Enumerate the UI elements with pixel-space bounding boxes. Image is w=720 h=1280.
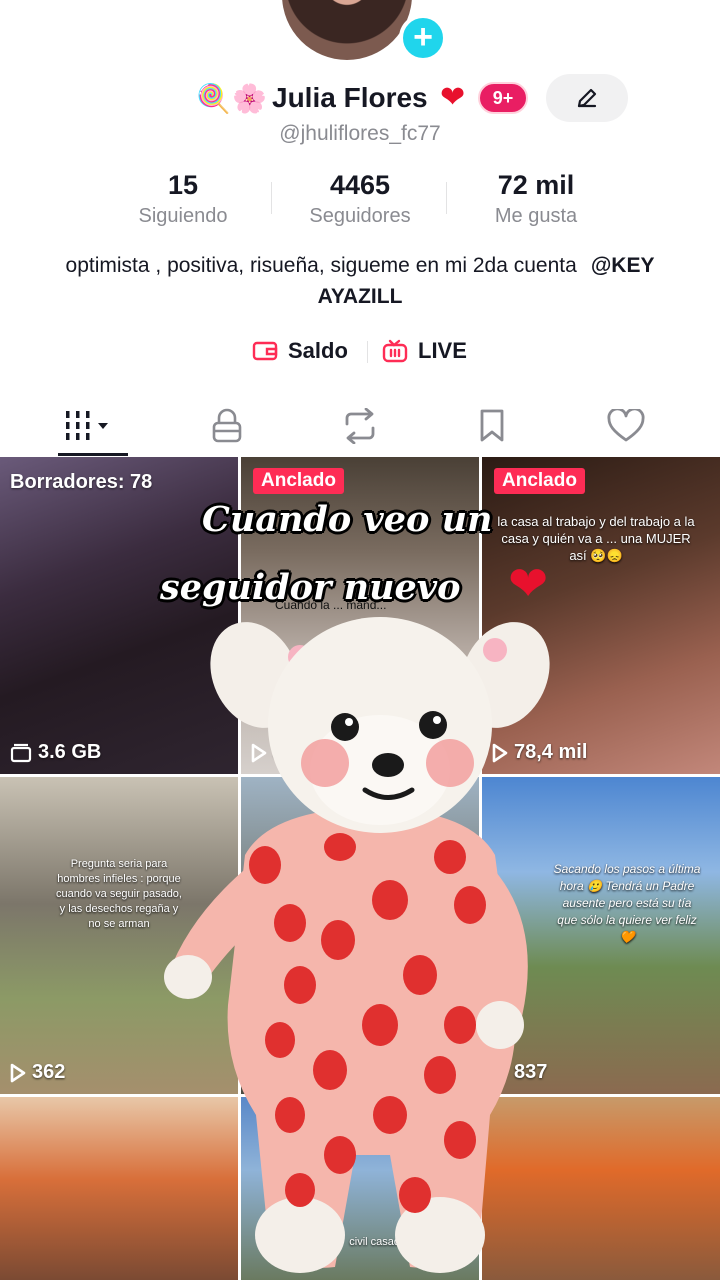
play-icon <box>10 1063 26 1082</box>
likes-label: Me gusta <box>494 205 578 227</box>
profile-stats: 15 Siguiendo 4465 Seguidores 72 mil Me g… <box>0 170 720 230</box>
pencil-icon <box>577 88 597 108</box>
followers-label: Seguidores <box>309 205 411 227</box>
profile-avatar[interactable] <box>282 0 412 60</box>
live-label: LIVE <box>418 338 467 363</box>
flower-emoji: 🌸 <box>232 82 267 115</box>
profile-bio: optimista , positiva, risueña, sigueme e… <box>60 250 660 312</box>
puppy-sticker <box>164 617 550 1273</box>
storage-size: 3.6 GB <box>10 741 101 764</box>
live-button[interactable]: LIVE <box>382 333 467 369</box>
tab-reposts[interactable] <box>288 395 432 457</box>
saldo-label: Saldo <box>288 338 348 363</box>
heart-emoji: ❤ <box>440 80 466 115</box>
tab-liked[interactable] <box>554 395 698 457</box>
add-avatar-button[interactable]: + <box>399 14 447 62</box>
drafts-count: Borradores: 78 <box>10 471 153 493</box>
heart-icon <box>607 409 645 442</box>
tab-saved[interactable] <box>420 395 564 457</box>
overlay-caption-line-2: seguidor nuevo <box>160 567 461 608</box>
tab-videos[interactable] <box>22 395 162 457</box>
links-divider <box>367 341 368 363</box>
followers-stat[interactable]: 4465 Seguidores <box>270 170 450 228</box>
bio-text: optimista , positiva, risueña, sigueme e… <box>65 254 577 277</box>
live-tv-icon <box>382 339 408 363</box>
followers-count: 4465 <box>329 170 391 200</box>
bookmark-icon <box>480 409 504 442</box>
pinned-badge: Anclado <box>494 468 585 494</box>
overlay-caption-line-1: Cuando veo un <box>202 499 493 540</box>
username: @jhuliflores_fc77 <box>279 122 441 145</box>
repost-icon <box>345 408 375 444</box>
likes-stat[interactable]: 72 mil Me gusta <box>446 170 626 228</box>
tab-private[interactable] <box>155 395 299 457</box>
grid-icon <box>66 411 108 440</box>
edit-profile-button[interactable] <box>546 74 628 122</box>
wallet-icon <box>252 341 278 361</box>
profile-name-row: 🍭 🌸 Julia Flores ❤ 9+ <box>0 74 720 122</box>
likes-count: 72 mil <box>497 170 575 200</box>
lock-icon <box>212 408 242 443</box>
lollipop-emoji: 🍭 <box>196 82 231 115</box>
saldo-button[interactable]: Saldo <box>252 333 348 369</box>
display-name: Julia Flores <box>272 82 428 113</box>
following-stat[interactable]: 15 Siguiendo <box>93 170 273 228</box>
pinned-badge: Anclado <box>253 468 344 494</box>
profile-tabs <box>0 395 720 457</box>
following-count: 15 <box>167 170 199 200</box>
overlay-heart-emoji: ❤ <box>508 556 549 612</box>
notification-count-badge[interactable]: 9+ <box>478 82 528 114</box>
active-tab-indicator <box>58 453 128 456</box>
following-label: Siguiendo <box>138 205 228 227</box>
profile-links: Saldo LIVE <box>0 333 720 369</box>
view-count: 362 <box>10 1061 65 1084</box>
drafts-folder-icon <box>10 743 32 762</box>
